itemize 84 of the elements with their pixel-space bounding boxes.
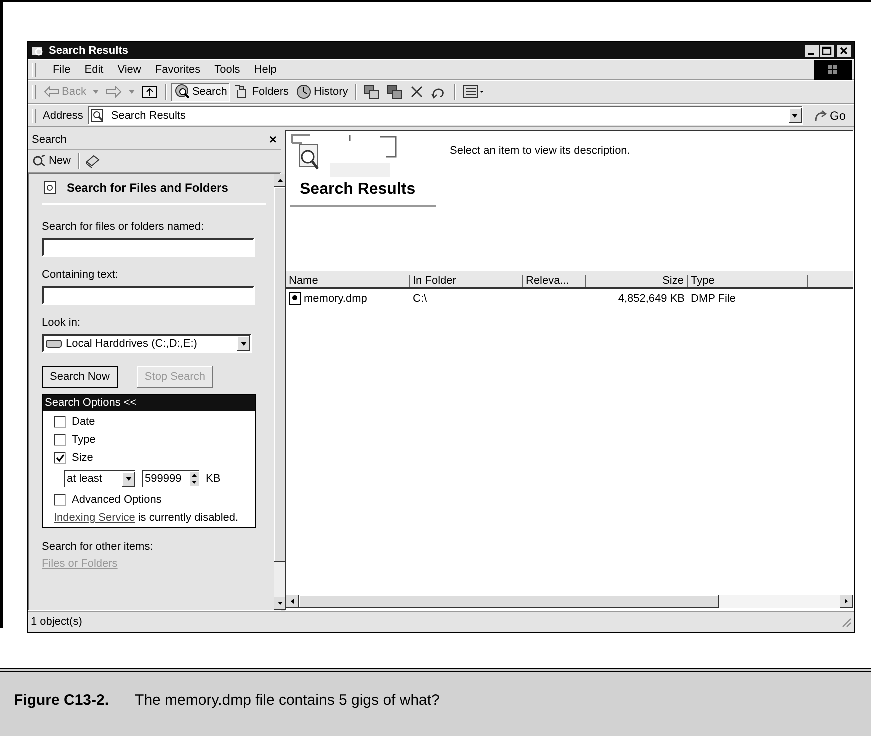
close-button[interactable]: × xyxy=(269,132,277,147)
search-document-icon xyxy=(44,181,58,195)
book-icon[interactable] xyxy=(85,154,102,168)
search-icon xyxy=(32,155,46,167)
field-label: Search for files or folders named: xyxy=(42,221,204,233)
caret-icon xyxy=(129,90,136,94)
checkbox[interactable] xyxy=(54,494,66,506)
move-to-icon xyxy=(364,84,380,100)
folders-button[interactable]: Folders xyxy=(231,82,292,102)
caption-text: The memory.dmp file contains 5 gigs of what? xyxy=(135,692,440,708)
comparison-dropdown[interactable]: at least xyxy=(64,470,136,488)
look-in-dropdown[interactable]: Local Harddrives (C:,D:,E:) xyxy=(42,334,252,353)
text-input-field[interactable] xyxy=(42,286,255,305)
views-icon xyxy=(463,85,486,99)
column-header[interactable]: Releva... xyxy=(523,275,586,287)
scroll-right-icon[interactable] xyxy=(840,595,853,608)
dropdown-arrow-button[interactable] xyxy=(788,108,802,123)
search-options-header[interactable]: Search Options << xyxy=(43,395,255,411)
scroll-left-icon[interactable] xyxy=(286,595,299,608)
resize-grip-icon[interactable] xyxy=(840,616,852,628)
unit-label: KB xyxy=(206,473,221,485)
search-now-button[interactable]: Search Now xyxy=(42,366,118,388)
search-icon xyxy=(174,84,190,100)
history-button[interactable]: History xyxy=(293,82,352,102)
caret-icon xyxy=(126,477,132,481)
figure-number: Figure C13-2. xyxy=(14,692,110,708)
status-text: 1 object(s) xyxy=(30,616,84,628)
go-button[interactable]: Go xyxy=(806,108,854,122)
checkbox[interactable] xyxy=(54,434,66,446)
field-label: Containing text: xyxy=(42,269,118,281)
size-cell-text: 4,852,649 KB xyxy=(617,292,686,305)
column-header[interactable]: In Folder xyxy=(410,275,523,287)
type-cell-text: DMP File xyxy=(690,292,738,305)
pane-title: Search xyxy=(32,134,67,146)
menu-item[interactable]: Favorites xyxy=(154,64,202,76)
size-spin-field[interactable]: 599999 xyxy=(142,470,200,488)
checkbox-label: Date xyxy=(72,416,96,428)
window-title: Search Results xyxy=(49,44,128,56)
spin-arrows-icon[interactable] xyxy=(190,472,199,486)
menu-item[interactable]: Edit xyxy=(84,64,105,76)
curved-arrow-icon xyxy=(814,108,828,122)
horizontal-scrollbar[interactable] xyxy=(286,595,853,608)
checkbox-label: Type xyxy=(72,434,96,446)
checkbox-label: Size xyxy=(72,452,94,464)
menu-item[interactable]: View xyxy=(116,64,142,76)
checkbox-label: Advanced Options xyxy=(72,494,162,506)
results-heading: Search Results xyxy=(290,181,436,207)
indexing-status-text: is currently disabled. xyxy=(138,512,239,524)
folder-up-icon xyxy=(142,85,158,99)
left-arrow-icon xyxy=(44,86,60,98)
windows-logo-icon xyxy=(814,60,852,80)
folder-search-icon xyxy=(31,44,45,57)
menu-item[interactable]: Tools xyxy=(214,64,242,76)
delete-icon xyxy=(410,85,424,99)
address-field[interactable]: Search Results xyxy=(88,106,803,125)
maximize-button[interactable] xyxy=(820,44,834,56)
close-button[interactable] xyxy=(837,44,851,56)
address-label: Address xyxy=(43,110,84,122)
right-arrow-icon xyxy=(106,86,122,98)
minimize-button[interactable] xyxy=(805,44,819,56)
menu-item[interactable]: File xyxy=(52,64,72,76)
new-search-button[interactable]: New xyxy=(30,153,74,169)
folder-cell-text: C:\ xyxy=(412,292,428,305)
checkbox[interactable] xyxy=(54,452,66,464)
caret-icon xyxy=(240,342,246,346)
search-button[interactable]: Search xyxy=(171,82,230,102)
name-input-field[interactable] xyxy=(42,238,255,257)
caret-icon xyxy=(93,90,100,94)
copy-to-icon xyxy=(387,84,404,100)
file-icon xyxy=(289,292,301,305)
column-header[interactable]: Type xyxy=(688,275,808,287)
indexing-service-link[interactable]: Indexing Service xyxy=(54,512,136,524)
column-header[interactable]: Name xyxy=(286,275,410,287)
field-label: Look in: xyxy=(42,317,81,329)
drive-icon xyxy=(46,340,62,348)
column-header[interactable]: Size xyxy=(586,275,688,287)
other-items-label: Search for other items: xyxy=(42,541,154,553)
panel-heading: Search for Files and Folders xyxy=(67,181,228,195)
caret-icon xyxy=(792,114,798,118)
file-name[interactable]: memory.dmp xyxy=(304,292,368,304)
clock-icon xyxy=(296,84,312,100)
menu-item[interactable]: Help xyxy=(253,64,278,76)
checkbox[interactable] xyxy=(54,416,66,428)
description-text: Select an item to view its description. xyxy=(450,145,630,157)
